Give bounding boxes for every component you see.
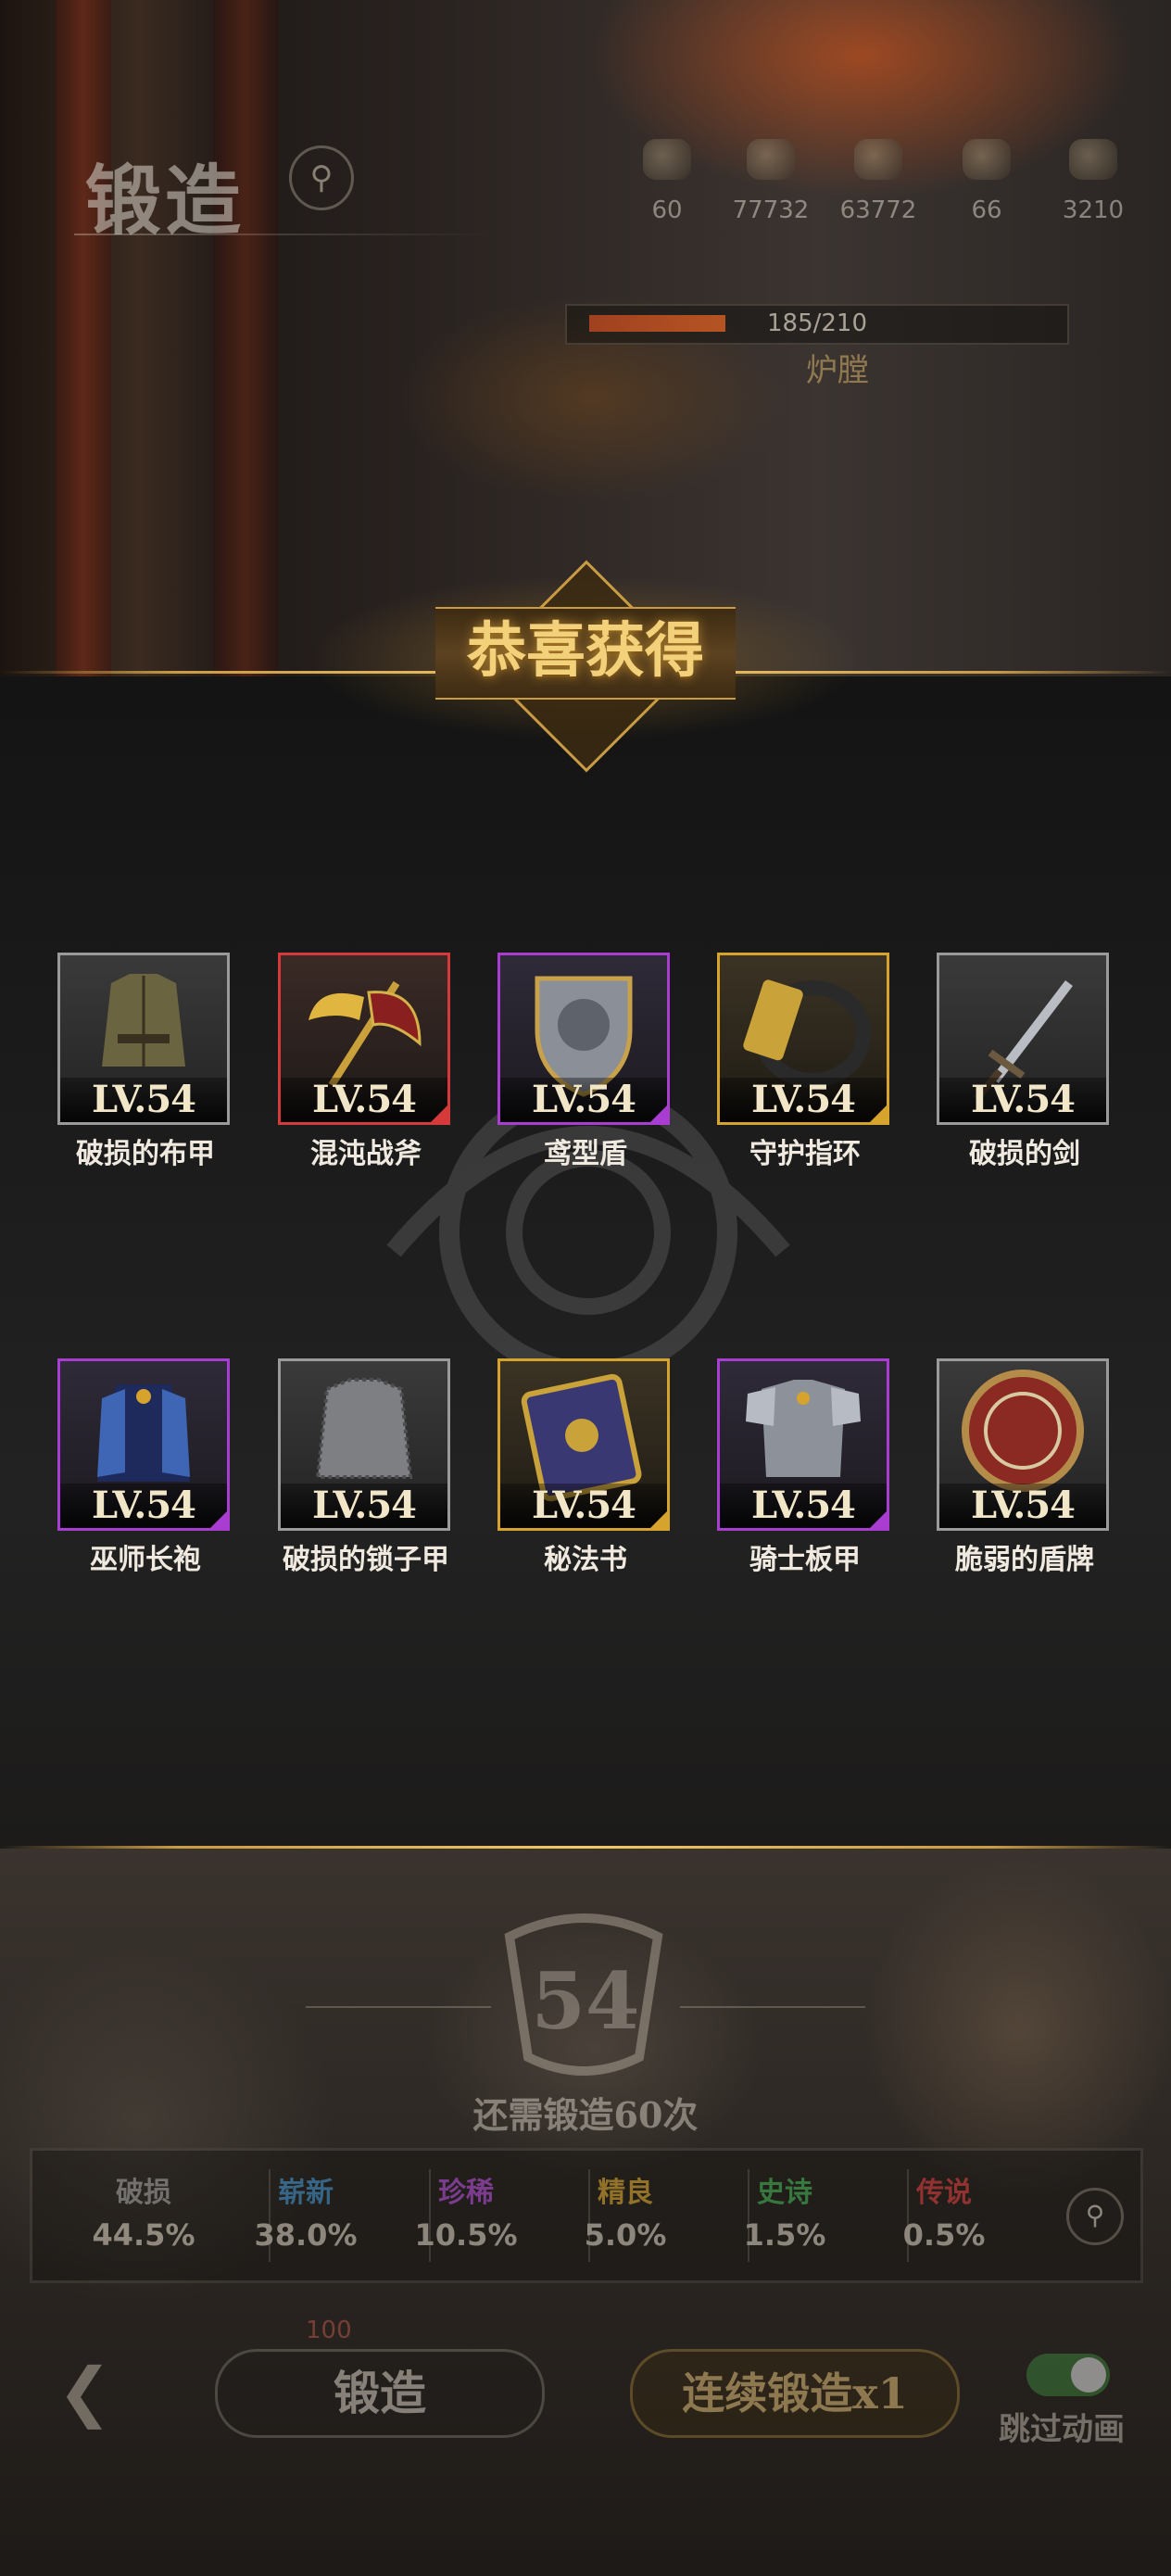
item-name: 脆弱的盾牌 (955, 1544, 1094, 1576)
skip-animation-toggle[interactable] (1026, 2354, 1110, 2396)
item-name: 巫师长袍 (90, 1544, 201, 1576)
item-frame: LV.54 (497, 953, 670, 1125)
reward-item-cloth-armor[interactable]: LV.54 破损的布甲 (57, 953, 233, 1171)
item-frame: LV.54 (717, 953, 889, 1125)
rate-legendary: 传说 0.5% (870, 2169, 1018, 2253)
reward-item-spellbook[interactable]: LV.54 秘法书 (497, 1358, 674, 1577)
item-level: LV.54 (939, 1078, 1106, 1122)
item-level: LV.54 (720, 1078, 887, 1122)
rate-value: 5.0% (584, 2217, 667, 2253)
rate-name: 崭新 (278, 2177, 334, 2209)
title-underline (74, 234, 491, 235)
resource-iron-ore: 63772 (827, 139, 929, 224)
coin-bag-icon (1069, 139, 1117, 180)
resource-coin-bag: 3210 (1042, 139, 1144, 224)
item-level: LV.54 (939, 1484, 1106, 1528)
background-pillar (213, 0, 278, 676)
reward-item-chainmail[interactable]: LV.54 破损的锁子甲 (278, 1358, 454, 1577)
item-name: 混沌战斧 (310, 1138, 422, 1170)
crystal-icon (963, 139, 1011, 180)
reward-item-wizard-robe[interactable]: LV.54 巫师长袍 (57, 1358, 233, 1577)
rate-rare: 珍稀 10.5% (392, 2169, 540, 2253)
resource-value: 60 (651, 196, 683, 224)
item-frame: LV.54 (937, 1358, 1109, 1531)
ingot-icon (643, 139, 691, 180)
item-level: LV.54 (60, 1484, 227, 1528)
item-frame: LV.54 (278, 1358, 450, 1531)
item-level: LV.54 (60, 1078, 227, 1122)
item-frame: LV.54 (937, 953, 1109, 1125)
reward-item-battle-axe[interactable]: LV.54 混沌战斧 (278, 953, 454, 1171)
modal-bottom-line (0, 1846, 1171, 1849)
resource-ingot: 60 (616, 139, 718, 224)
item-name: 破损的锁子甲 (283, 1544, 449, 1576)
furnace-progress-text: 185/210 (766, 309, 867, 337)
back-button[interactable]: ❮ (57, 2354, 112, 2430)
rate-value: 0.5% (902, 2217, 986, 2253)
rate-name: 史诗 (757, 2177, 812, 2209)
reward-item-round-shield[interactable]: LV.54 脆弱的盾牌 (937, 1358, 1113, 1577)
toggle-knob (1071, 2357, 1106, 2393)
item-frame: LV.54 (57, 1358, 230, 1531)
furnace-progress-bar: 185/210 (565, 304, 1069, 345)
rate-common: 破损 44.5% (69, 2169, 218, 2253)
rarity-rate-panel: 破损 44.5% 崭新 38.0% 珍稀 10.5% 精良 5.0% 史诗 1.… (30, 2148, 1143, 2283)
item-name: 破损的布甲 (76, 1138, 215, 1170)
rate-uncommon: 崭新 38.0% (232, 2169, 380, 2253)
iron-ore-icon (854, 139, 902, 180)
rate-name: 精良 (598, 2177, 653, 2209)
search-icon: ⚲ (309, 159, 334, 196)
magnifier-icon: ⚲ (1085, 2200, 1105, 2230)
forge-button[interactable]: 锻造 (215, 2349, 545, 2438)
item-name: 破损的剑 (969, 1138, 1080, 1170)
reward-title: 恭喜获得 (467, 616, 704, 686)
forge-cost: 100 (306, 2317, 352, 2344)
rate-value: 10.5% (414, 2217, 518, 2253)
item-frame: LV.54 (497, 1358, 670, 1531)
rate-epic: 史诗 1.5% (711, 2169, 859, 2253)
item-name: 骑士板甲 (749, 1544, 861, 1576)
multi-forge-button[interactable]: 连续锻造x1 (630, 2349, 960, 2438)
item-level: LV.54 (500, 1484, 667, 1528)
remaining-forge-count: 还需锻造60次 (472, 2094, 699, 2136)
item-frame: LV.54 (717, 1358, 889, 1531)
leather-icon (747, 139, 795, 180)
item-level: LV.54 (281, 1078, 447, 1122)
background-pillar (56, 0, 111, 676)
rate-value: 44.5% (92, 2217, 195, 2253)
rate-value: 1.5% (743, 2217, 826, 2253)
item-frame: LV.54 (278, 953, 450, 1125)
item-level: LV.54 (281, 1484, 447, 1528)
reward-item-plate-armor[interactable]: LV.54 骑士板甲 (717, 1358, 893, 1577)
resource-value: 77732 (732, 196, 810, 224)
item-name: 秘法书 (544, 1544, 627, 1576)
item-name: 鸢型盾 (544, 1138, 627, 1170)
item-level: LV.54 (720, 1484, 887, 1528)
item-frame: LV.54 (57, 953, 230, 1125)
item-level: LV.54 (500, 1078, 667, 1122)
reward-item-ring[interactable]: LV.54 守护指环 (717, 953, 893, 1171)
rate-fine: 精良 5.0% (551, 2169, 699, 2253)
resource-value: 66 (971, 196, 1002, 224)
resource-crystal: 66 (936, 139, 1038, 224)
resource-leather: 77732 (720, 139, 822, 224)
reward-item-sword[interactable]: LV.54 破损的剑 (937, 953, 1113, 1171)
rate-name: 传说 (916, 2177, 972, 2209)
resource-value: 63772 (839, 196, 917, 224)
search-button[interactable]: ⚲ (289, 145, 354, 210)
item-name: 守护指环 (749, 1138, 861, 1170)
reward-item-lion-shield[interactable]: LV.54 鸢型盾 (497, 953, 674, 1171)
skip-animation-label: 跳过动画 (999, 2411, 1125, 2448)
back-arrow-icon: ❮ (57, 2354, 112, 2430)
furnace-label: 炉膛 (806, 352, 869, 389)
forge-level: 54 (531, 1955, 640, 2047)
rate-value: 38.0% (254, 2217, 358, 2253)
rate-info-button[interactable]: ⚲ (1066, 2188, 1124, 2245)
rate-name: 珍稀 (438, 2177, 494, 2209)
rate-name: 破损 (116, 2177, 171, 2209)
resource-value: 3210 (1062, 196, 1125, 224)
